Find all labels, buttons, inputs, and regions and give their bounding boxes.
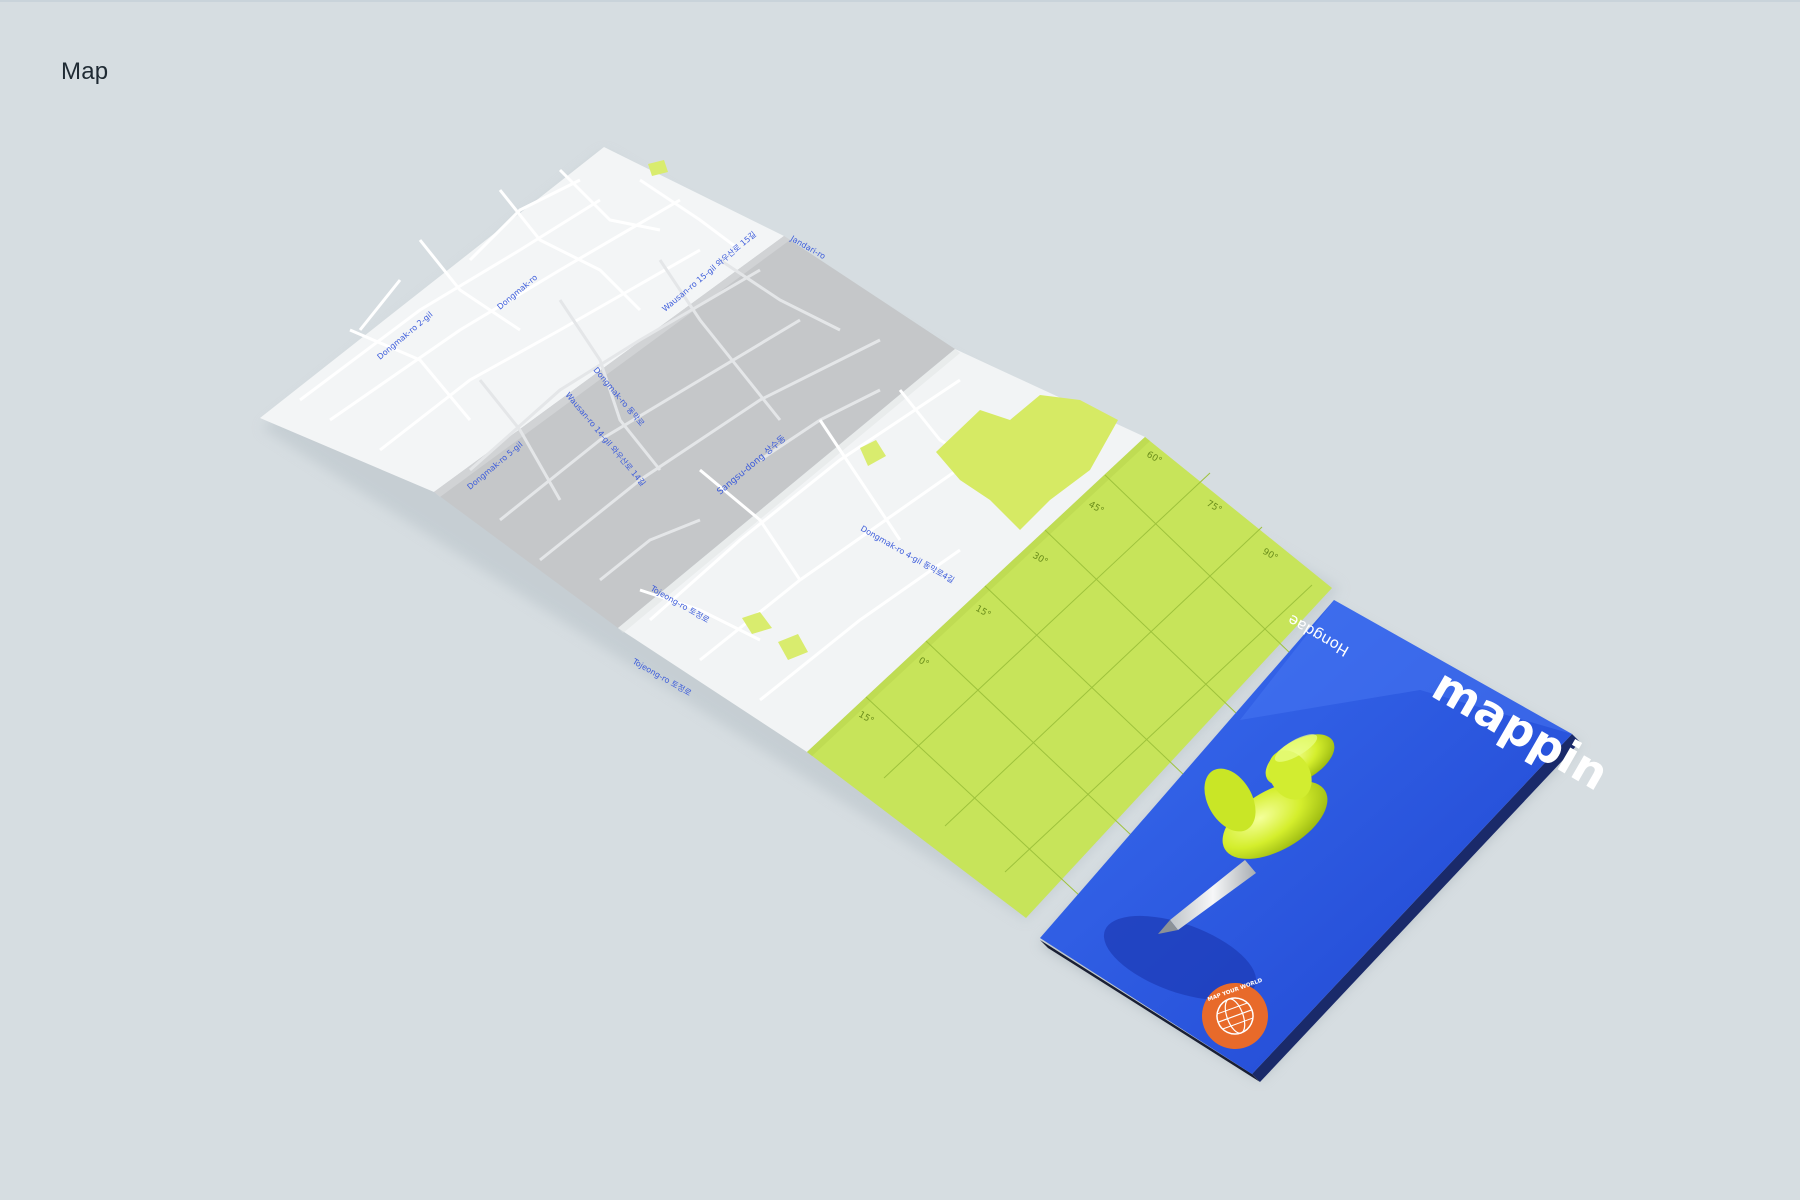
mockup-illustration: Dongmak-ro Wausan-ro 15-gil 와우산로 15길 Wau… (260, 147, 1618, 1082)
mockup-scene: Map Dongmak-ro Wausan-ro 15-gil 와우산로 15길… (0, 0, 1800, 1200)
